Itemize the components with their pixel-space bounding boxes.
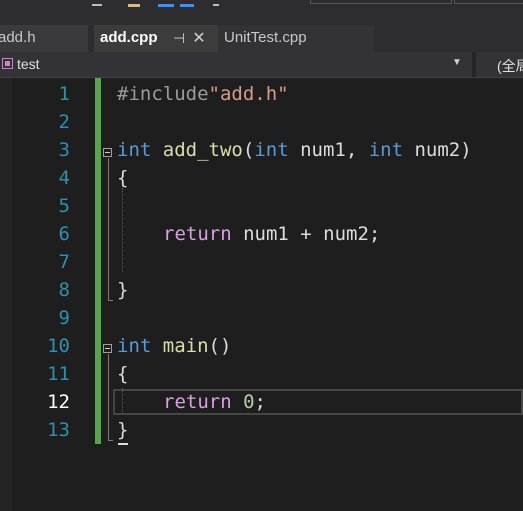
global-scope-label: (全局 <box>497 58 523 74</box>
toolbar-icon[interactable] <box>92 0 102 6</box>
navigation-bar: test ▼ (全局 <box>0 52 523 78</box>
line-number: 12 <box>47 391 70 413</box>
project-icon <box>2 58 13 69</box>
code-line: 11 { <box>0 360 523 388</box>
platform-dropdown[interactable] <box>454 0 523 4</box>
code-text: return num1 + num2; <box>163 220 380 248</box>
folder-icon[interactable] <box>128 0 140 7</box>
chevron-down-icon[interactable]: ▼ <box>452 57 462 68</box>
param: num2) <box>403 139 472 161</box>
line-number: 9 <box>58 307 70 329</box>
type-keyword: int <box>117 335 152 357</box>
top-toolbar-strip <box>0 0 523 22</box>
active-tab-controls: ⊣ ✕ <box>172 25 208 52</box>
type-keyword: int <box>254 139 289 161</box>
line-number: 5 <box>58 195 70 217</box>
code-line: 13 } <box>0 416 523 444</box>
line-number: 3 <box>58 139 70 161</box>
code-line: 1 #include"add.h" <box>0 80 523 108</box>
code-line: 7 <box>0 248 523 276</box>
tab-add-h[interactable]: add.h <box>0 25 88 52</box>
line-number: 2 <box>58 111 70 133</box>
code-text: int add_two(int num1, int num2) <box>117 136 472 164</box>
project-scope-dropdown[interactable]: test ▼ <box>0 52 472 77</box>
code-text: return 0; <box>163 388 266 416</box>
pin-icon[interactable]: ⊣ <box>172 25 186 51</box>
code-line-current: 12 return 0; <box>0 388 523 416</box>
document-tab-bar: add.h add.cpp ⊣ ✕ UnitTest.cpp <box>0 22 523 52</box>
line-number: 13 <box>47 419 70 441</box>
paren: ( <box>242 139 255 161</box>
save-icon[interactable] <box>158 0 174 7</box>
tab-label: add.h <box>0 29 36 46</box>
number-literal: 0 <box>243 391 255 413</box>
return-keyword: return <box>163 391 232 413</box>
string-literal: "add.h" <box>208 83 289 105</box>
code-text: #include"add.h" <box>117 80 289 108</box>
text-caret <box>118 443 128 445</box>
line-number: 11 <box>47 363 70 385</box>
code-line: 2 <box>0 108 523 136</box>
code-text: } <box>117 279 129 301</box>
code-line: 9 <box>0 304 523 332</box>
close-icon[interactable]: ✕ <box>190 26 208 52</box>
code-line: 5 <box>0 192 523 220</box>
project-scope-label: test <box>17 56 40 72</box>
code-editor[interactable]: 1 #include"add.h" 2 3 int add_two(int nu… <box>0 78 523 511</box>
code-text: } <box>117 419 129 441</box>
code-line: 3 int add_two(int num1, int num2) <box>0 136 523 164</box>
code-line: 4 { <box>0 164 523 192</box>
line-number: 4 <box>58 167 70 189</box>
type-keyword: int <box>117 139 152 161</box>
line-number: 6 <box>58 223 70 245</box>
config-dropdown[interactable] <box>310 0 452 4</box>
function-name: main <box>162 335 209 357</box>
code-text: { <box>117 167 129 189</box>
paren: () <box>208 335 232 357</box>
expression: num1 + num2; <box>231 223 381 245</box>
code-line: 10 int main() <box>0 332 523 360</box>
global-scope-dropdown[interactable]: (全局 <box>476 52 523 77</box>
save-all-icon[interactable] <box>180 0 194 7</box>
code-text: { <box>117 363 129 385</box>
line-number: 10 <box>47 335 70 357</box>
preprocessor-directive: #include <box>117 83 209 105</box>
line-number: 1 <box>58 83 70 105</box>
line-number: 7 <box>58 251 70 273</box>
code-line: 8 } <box>0 276 523 304</box>
param: num1, <box>288 139 369 161</box>
return-keyword: return <box>163 223 232 245</box>
code-line: 6 return num1 + num2; <box>0 220 523 248</box>
toolbar-icon[interactable] <box>213 0 219 6</box>
tab-label: UnitTest.cpp <box>224 29 307 46</box>
function-name: add_two <box>162 139 243 161</box>
code-text: int main() <box>117 332 231 360</box>
tab-unittest-cpp[interactable]: UnitTest.cpp <box>218 25 374 52</box>
type-keyword: int <box>368 139 404 161</box>
line-number: 8 <box>58 279 70 301</box>
tab-label: add.cpp <box>100 29 158 46</box>
semicolon: ; <box>254 391 266 413</box>
